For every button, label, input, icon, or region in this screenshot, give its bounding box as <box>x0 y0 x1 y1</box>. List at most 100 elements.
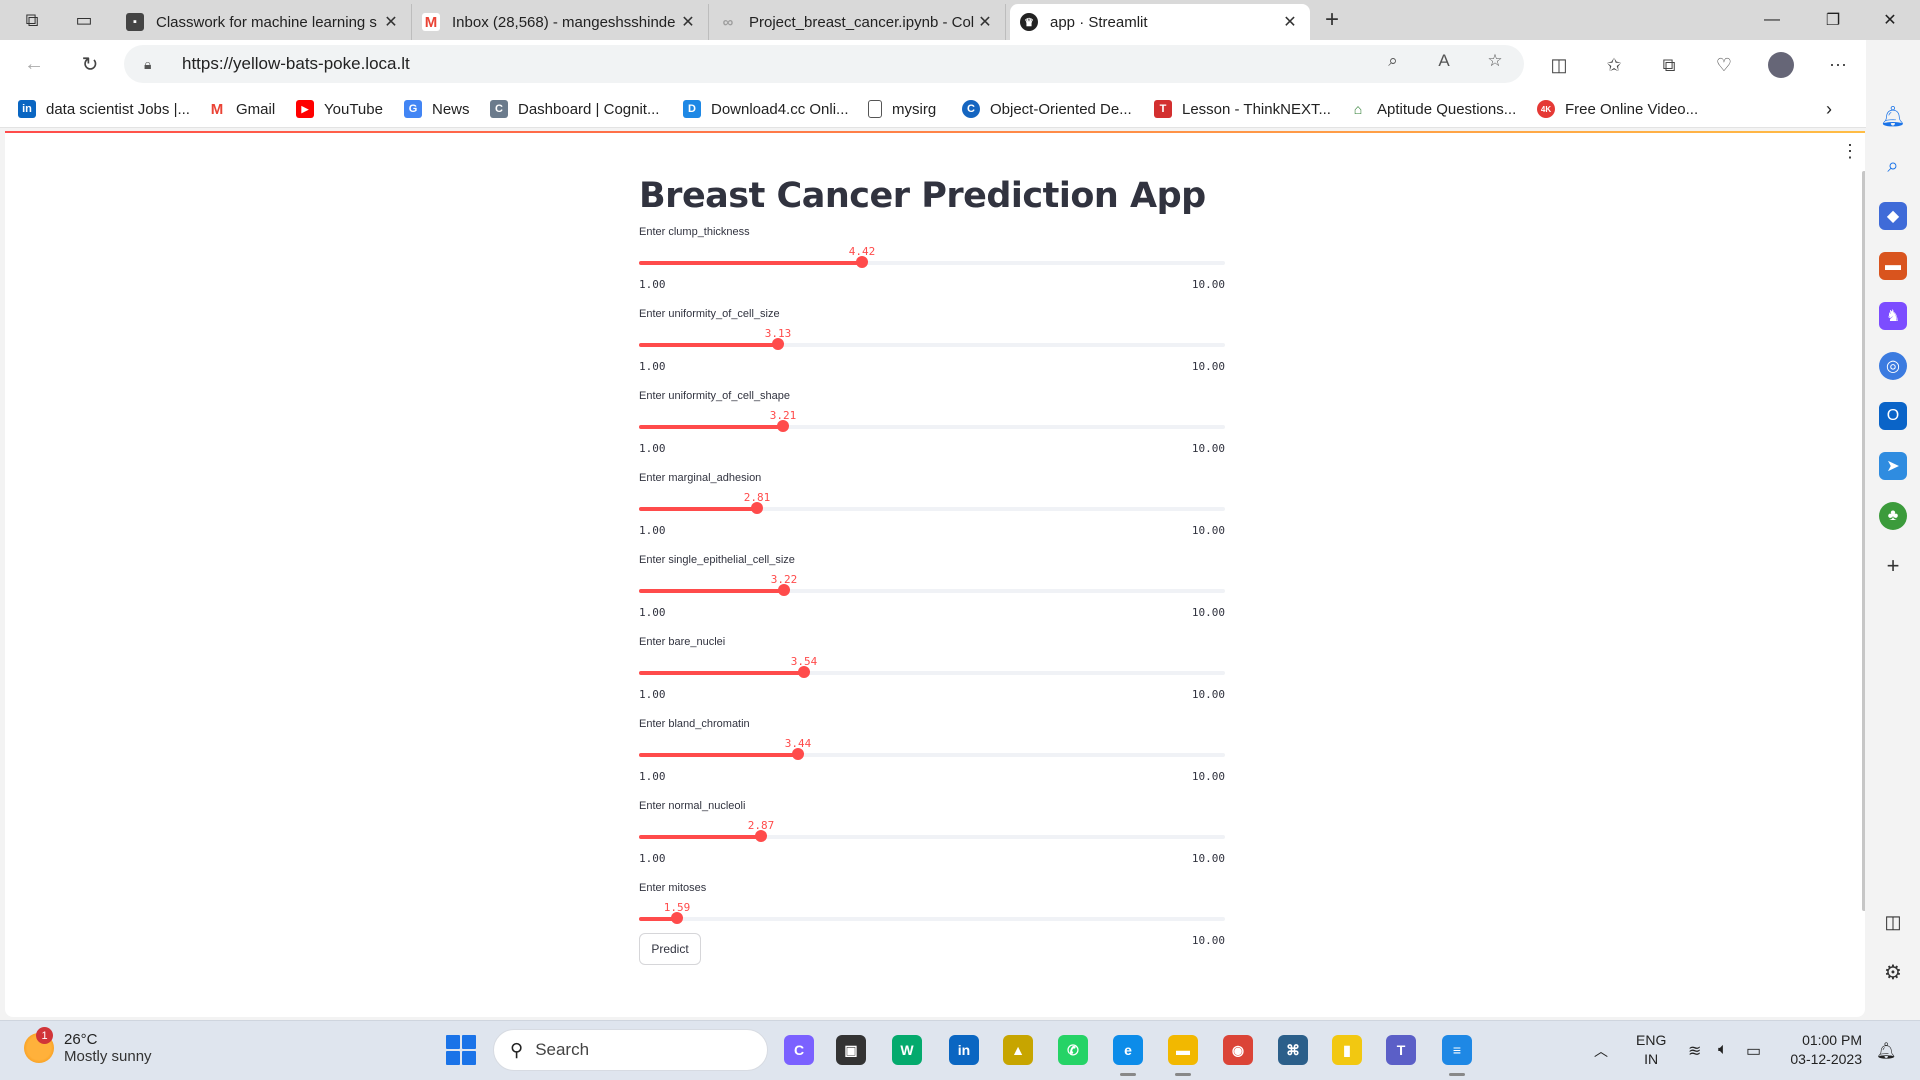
refresh-icon[interactable]: ↻ <box>74 48 106 80</box>
bookmark-mysirg[interactable]: mysirg <box>868 98 936 120</box>
notification-center-icon[interactable]: 🔔︎ <box>1876 1041 1896 1061</box>
colab-icon: ∞ <box>722 13 734 31</box>
bookmark-aptitude[interactable]: ⌂ Aptitude Questions... <box>1349 98 1516 120</box>
send-icon[interactable]: ➤ <box>1879 452 1907 480</box>
weather-widget[interactable]: 1 26°C Mostly sunny <box>24 1027 152 1065</box>
predict-button[interactable]: Predict <box>639 933 701 965</box>
microsoft-365-icon[interactable]: ◎ <box>1879 352 1907 380</box>
slider-track[interactable] <box>639 748 1225 760</box>
slider-track[interactable] <box>639 338 1225 350</box>
collections-icon[interactable]: ⧉ <box>1655 52 1683 78</box>
volume-icon[interactable]: 🔈︎ <box>1718 1041 1728 1059</box>
slider-track[interactable] <box>639 420 1225 432</box>
slider-thumb[interactable] <box>856 256 868 268</box>
settings-gear-icon[interactable]: ⚙ <box>1879 958 1907 986</box>
slider-thumb[interactable] <box>755 830 767 842</box>
language-indicator[interactable]: ENG IN <box>1636 1031 1666 1069</box>
tab-streamlit[interactable]: ♛ app · Streamlit ✕ <box>1010 4 1310 40</box>
tab-actions-icon[interactable]: ▭ <box>68 6 100 34</box>
tray-chevron-up-icon[interactable]: ︿ <box>1594 1041 1608 1061</box>
slider-track[interactable] <box>639 256 1225 268</box>
address-bar[interactable]: 🔒︎ https://yellow-bats-poke.loca.lt <box>124 45 1524 83</box>
read-aloud-icon[interactable]: A <box>1432 49 1456 73</box>
chrome-icon[interactable]: ◉ <box>1223 1035 1253 1065</box>
clock[interactable]: 01:00 PM 03-12-2023 <box>1782 1031 1862 1069</box>
profile-avatar[interactable] <box>1768 52 1794 78</box>
app-menu-icon[interactable]: ⋮ <box>1841 141 1859 162</box>
add-icon[interactable]: + <box>1879 552 1907 580</box>
favorites-icon[interactable]: ✩ <box>1600 52 1628 78</box>
minimize-icon[interactable]: — <box>1744 0 1800 40</box>
bookmark-linkedin[interactable]: in data scientist Jobs |... <box>18 98 190 120</box>
search-icon[interactable]: ⌕ <box>1879 152 1907 180</box>
new-tab-icon[interactable]: + <box>1316 6 1348 34</box>
tab-classwork[interactable]: ▪ Classwork for machine learning s ✕ <box>116 4 412 40</box>
slider-track[interactable] <box>639 912 1225 924</box>
slider-thumb[interactable] <box>777 420 789 432</box>
slider-track[interactable] <box>639 666 1225 678</box>
split-screen-icon[interactable]: ◫ <box>1545 52 1573 78</box>
slider-thumb[interactable] <box>751 502 763 514</box>
close-icon[interactable]: ✕ <box>975 12 995 32</box>
tree-icon[interactable]: ♣ <box>1879 502 1907 530</box>
start-button[interactable] <box>446 1035 476 1065</box>
back-icon[interactable]: ← <box>18 48 50 80</box>
edge-icon[interactable]: e <box>1113 1035 1143 1065</box>
taskbar-search[interactable]: ⚲ Search <box>493 1029 768 1071</box>
bookmarks-more-chevron-icon[interactable]: › <box>1826 98 1832 120</box>
favorite-star-icon[interactable]: ☆ <box>1483 49 1507 73</box>
slider-fill <box>639 835 761 839</box>
bookmark-object-oriented[interactable]: C Object-Oriented De... <box>962 98 1132 120</box>
tab-gmail[interactable]: M Inbox (28,568) - mangeshsshinde ✕ <box>412 4 709 40</box>
performance-icon[interactable]: ♡ <box>1710 52 1738 78</box>
bookmark-label: data scientist Jobs |... <box>46 100 190 118</box>
file-explorer-icon[interactable]: ▬ <box>1168 1035 1198 1065</box>
slider-thumb[interactable] <box>798 666 810 678</box>
slider-track[interactable] <box>639 830 1225 842</box>
workspaces-icon[interactable]: ⧉ <box>16 6 48 34</box>
slider-track[interactable] <box>639 584 1225 596</box>
restore-icon[interactable]: ❐ <box>1805 0 1861 40</box>
bookmark-download4cc[interactable]: D Download4.cc Onli... <box>683 98 849 120</box>
slider-thumb[interactable] <box>792 748 804 760</box>
mysql-workbench-icon[interactable]: ⌘ <box>1278 1035 1308 1065</box>
sidebar-toggle-icon[interactable]: ◫ <box>1879 908 1907 936</box>
bookmark-gmail[interactable]: M Gmail <box>208 98 275 120</box>
w3schools-icon[interactable]: W <box>892 1035 922 1065</box>
wifi-icon[interactable]: ≋ <box>1688 1041 1701 1061</box>
teams-icon[interactable]: T <box>1386 1035 1416 1065</box>
slider-thumb[interactable] <box>778 584 790 596</box>
slider-max: 10.00 <box>1191 934 1225 947</box>
bookmark-video[interactable]: 4K Free Online Video... <box>1537 98 1698 120</box>
outlook-icon[interactable]: O <box>1879 402 1907 430</box>
bookmark-youtube[interactable]: ▶ YouTube <box>296 98 383 120</box>
photos-icon[interactable]: ▲ <box>1003 1035 1033 1065</box>
close-icon[interactable]: ✕ <box>678 12 698 32</box>
notification-bell-icon[interactable]: 🔔︎ <box>1879 102 1907 130</box>
lang-region: IN <box>1644 1051 1659 1067</box>
close-icon[interactable]: ✕ <box>1280 12 1300 32</box>
close-window-icon[interactable]: ✕ <box>1862 0 1918 40</box>
bookmark-thinknext[interactable]: T Lesson - ThinkNEXT... <box>1154 98 1331 120</box>
task-view-icon[interactable]: ▣ <box>836 1035 866 1065</box>
bookmark-dashboard[interactable]: C Dashboard | Cognit... <box>490 98 659 120</box>
bookmark-label: YouTube <box>324 100 383 118</box>
notepad-icon[interactable]: ≡ <box>1442 1035 1472 1065</box>
scrollbar[interactable] <box>1862 171 1865 911</box>
slider-thumb[interactable] <box>671 912 683 924</box>
tab-colab[interactable]: ∞ Project_breast_cancer.ipynb - Col ✕ <box>709 4 1006 40</box>
close-icon[interactable]: ✕ <box>381 12 401 32</box>
slider-track[interactable] <box>639 502 1225 514</box>
slider-thumb[interactable] <box>772 338 784 350</box>
power-bi-icon[interactable]: ▮ <box>1332 1035 1362 1065</box>
copilot-icon[interactable]: C <box>784 1035 814 1065</box>
zoom-icon[interactable]: ⌕ <box>1381 49 1405 73</box>
bookmark-news[interactable]: G News <box>404 98 470 120</box>
battery-icon[interactable]: ▭ <box>1746 1041 1761 1061</box>
more-menu-icon[interactable]: ⋯ <box>1824 52 1852 78</box>
shopping-tag-icon[interactable]: ◆ <box>1879 202 1907 230</box>
tools-icon[interactable]: ▬ <box>1879 252 1907 280</box>
linkedin-icon[interactable]: in <box>949 1035 979 1065</box>
games-icon[interactable]: ♞ <box>1879 302 1907 330</box>
whatsapp-icon[interactable]: ✆ <box>1058 1035 1088 1065</box>
